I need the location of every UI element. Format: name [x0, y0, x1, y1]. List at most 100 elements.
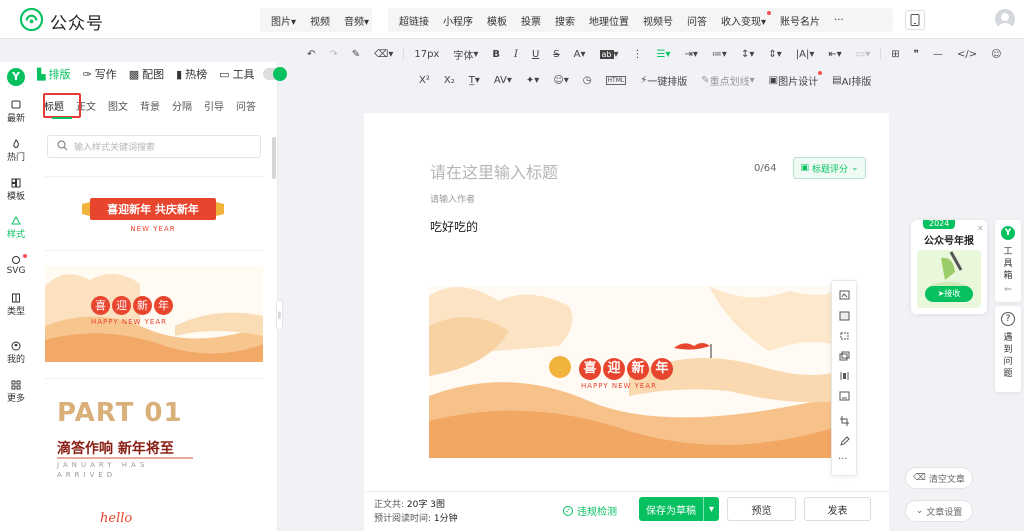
insert-image-menu[interactable]: 图片▾: [264, 13, 303, 28]
rail-item-hot[interactable]: 热门: [0, 139, 32, 163]
magic-wand-icon[interactable]: ✦▾: [526, 75, 539, 86]
publish-button[interactable]: 发表: [804, 497, 871, 521]
list-icon[interactable]: ≔▾: [712, 49, 727, 60]
background-color-icon[interactable]: ab ▾: [599, 49, 619, 60]
channels-button[interactable]: 视频号: [636, 13, 680, 28]
insert-video-menu[interactable]: 视频: [303, 13, 337, 28]
panel-collapse-handle[interactable]: ‖: [276, 300, 283, 330]
vertical-align-icon[interactable]: T̲▾: [469, 75, 480, 86]
highlight-line-button[interactable]: ✎ 重点划线 ▾: [701, 73, 754, 88]
location-button[interactable]: 地理位置: [582, 13, 636, 28]
subtab-imagetext[interactable]: 图文: [108, 98, 128, 113]
redo-icon[interactable]: ↷: [329, 49, 337, 60]
toolbox-panel[interactable]: Y 工 具 箱 ⇐: [995, 220, 1021, 302]
font-color-icon[interactable]: A▾: [574, 49, 586, 60]
code-icon[interactable]: </>: [957, 49, 977, 60]
tab-image[interactable]: ▩ 配图: [129, 66, 164, 82]
panel-scrollbar[interactable]: [272, 137, 276, 179]
hyperlink-button[interactable]: 超链接: [392, 13, 436, 28]
template-button[interactable]: 模板: [480, 13, 514, 28]
newyear-banner-image[interactable]: 喜 迎 新 年 HAPPY NEW YEAR: [429, 286, 839, 458]
align-icon[interactable]: ☰▾: [657, 49, 671, 60]
wechat-mp-logo-icon[interactable]: [20, 8, 43, 31]
pen-icon[interactable]: [839, 436, 850, 446]
html-icon[interactable]: HTML: [605, 75, 627, 85]
body-text[interactable]: 吃好吃的: [430, 218, 478, 235]
strikethrough-button[interactable]: S: [553, 49, 559, 60]
font-size-select[interactable]: 17px: [414, 49, 439, 60]
more-options-icon[interactable]: ···: [838, 454, 848, 465]
close-icon[interactable]: ✕: [977, 224, 984, 233]
image-fit-icon[interactable]: [839, 331, 850, 341]
image-replace-icon[interactable]: [839, 311, 850, 321]
letter-spacing-icon[interactable]: |A|▾: [796, 49, 815, 60]
style-card-cloud-newyear[interactable]: 喜 迎 新 年 HAPPY NEW YEAR: [45, 266, 263, 362]
author-input[interactable]: 请输入作者: [430, 192, 475, 205]
style-card-part01[interactable]: PART 01 滴答作响 新年将至 JANUARY HAS ARRIVED: [45, 384, 263, 484]
account-card-button[interactable]: 账号名片: [773, 13, 827, 28]
ai-layout-button[interactable]: ▤ AI排版: [832, 73, 871, 88]
subtab-guide[interactable]: 引导: [204, 98, 224, 113]
subtab-background[interactable]: 背景: [140, 98, 160, 113]
clear-article-button[interactable]: ⌫ 清空文章: [905, 467, 973, 489]
one-click-layout-button[interactable]: ⚡ 一键排版: [640, 73, 687, 88]
qa-button[interactable]: 问答: [680, 13, 714, 28]
format-painter-icon[interactable]: ✎: [352, 49, 360, 60]
quote-icon[interactable]: ❞: [914, 49, 919, 60]
image-copy-icon[interactable]: [839, 351, 850, 361]
subtab-qa[interactable]: 问答: [236, 98, 256, 113]
rail-item-latest[interactable]: 最新: [0, 100, 32, 124]
emoji-icon[interactable]: ☺: [991, 49, 1001, 60]
image-align-icon[interactable]: [839, 371, 850, 381]
rail-item-mine[interactable]: 我的: [0, 341, 32, 365]
indent-icon[interactable]: ⇥▾: [685, 49, 698, 60]
tab-layout[interactable]: ▙ 排版: [37, 66, 70, 82]
paragraph-spacing-icon[interactable]: ⇕▾: [768, 49, 781, 60]
promo-receive-button[interactable]: ➤接收: [925, 286, 973, 302]
underline-button[interactable]: U: [532, 49, 539, 60]
help-panel[interactable]: ? 遇 到 问 题: [995, 306, 1021, 392]
clear-format-icon[interactable]: ⌫▾: [374, 49, 393, 60]
miniprogram-button[interactable]: 小程序: [436, 13, 480, 28]
rail-item-type[interactable]: 类型: [0, 293, 32, 317]
superscript-button[interactable]: X²: [419, 75, 430, 86]
font-family-select[interactable]: 字体 ▾: [453, 47, 478, 62]
char-spacing-icon[interactable]: AV▾: [494, 75, 512, 86]
table-icon[interactable]: ⊞: [891, 49, 899, 60]
rail-item-style[interactable]: 样式: [0, 216, 32, 240]
monetize-menu[interactable]: 收入变现▾: [714, 10, 773, 28]
text-indent-icon[interactable]: ⇤▾: [828, 49, 841, 60]
article-settings-button[interactable]: ⌄ 文章设置: [905, 500, 973, 522]
card4-hello[interactable]: hello: [100, 511, 132, 526]
search-button[interactable]: 搜索: [548, 13, 582, 28]
emoji-pack-icon[interactable]: ☺▾: [553, 75, 568, 86]
yiban-logo-icon[interactable]: Y: [7, 68, 25, 86]
italic-button[interactable]: I: [514, 49, 518, 60]
tab-write[interactable]: ✑ 写作: [82, 66, 116, 82]
image-caption-icon[interactable]: [839, 391, 850, 401]
save-options-chevron-icon[interactable]: ▾: [703, 497, 719, 521]
more-insert-button[interactable]: ···: [827, 15, 851, 26]
tab-rank[interactable]: ▮ 热榜: [176, 66, 207, 82]
vote-button[interactable]: 投票: [514, 13, 548, 28]
crop-icon[interactable]: [839, 416, 850, 426]
insert-audio-menu[interactable]: 音频▾: [337, 13, 376, 28]
image-edit-icon[interactable]: [839, 290, 850, 300]
image-design-button[interactable]: ▣ 图片设计: [769, 70, 823, 88]
preview-button[interactable]: 预览: [727, 497, 796, 521]
avatar[interactable]: [995, 9, 1015, 29]
annual-report-promo[interactable]: 2024 公众号年报 ➤接收 ✕: [911, 220, 987, 314]
save-draft-button[interactable]: 保存为草稿 ▾: [639, 497, 719, 521]
title-input[interactable]: 请在这里输入标题: [430, 159, 558, 183]
tab-tools[interactable]: ▭ 工具: [219, 66, 254, 82]
style-card-newyear-banner[interactable]: 喜迎新年 共庆新年: [80, 196, 226, 222]
rail-item-template[interactable]: 模板: [0, 178, 32, 202]
rail-item-svg[interactable]: SVG: [0, 254, 32, 276]
subscript-button[interactable]: X₂: [444, 75, 455, 86]
undo-icon[interactable]: ↶: [307, 49, 315, 60]
subtab-divider[interactable]: 分隔: [172, 98, 192, 113]
panel-toggle[interactable]: [262, 67, 287, 81]
bold-button[interactable]: B: [492, 49, 500, 60]
mobile-preview-button[interactable]: [905, 10, 925, 30]
border-icon[interactable]: ▭▾: [856, 49, 870, 60]
